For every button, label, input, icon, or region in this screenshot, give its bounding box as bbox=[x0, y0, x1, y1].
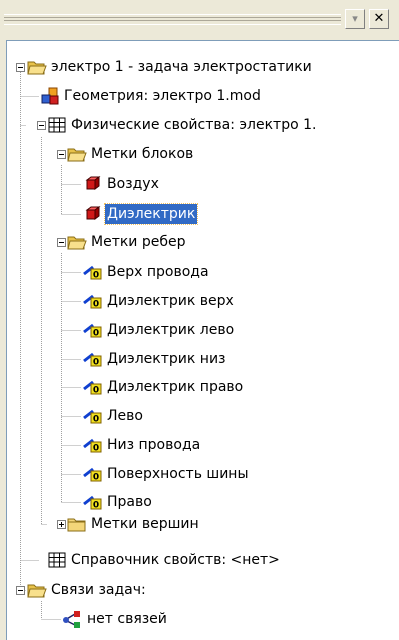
edge-icon: 0 bbox=[83, 495, 102, 511]
tree-node-label: Метки блоков bbox=[91, 146, 194, 162]
tree-node-task-links[interactable]: Связи задач: bbox=[27, 579, 148, 601]
tree-node-edge-item[interactable]: 0 Диэлектрик право bbox=[83, 376, 245, 398]
tree-node-geometry[interactable]: Геометрия: электро 1.mod bbox=[40, 85, 263, 107]
tree-node-edge-item[interactable]: 0 Поверхность шины bbox=[83, 463, 251, 485]
tree-node-edge-item[interactable]: 0 Диэлектрик лево bbox=[83, 319, 236, 341]
tree-node-label: Диэлектрик низ bbox=[107, 351, 226, 367]
tree-node-label: Метки ребер bbox=[91, 234, 186, 250]
drag-grip[interactable] bbox=[4, 14, 341, 25]
collapse-root-toggle[interactable] bbox=[16, 63, 25, 72]
open-folder-icon bbox=[27, 61, 47, 75]
edge-icon: 0 bbox=[83, 467, 102, 483]
tree-node-label: Диэлектрик bbox=[103, 203, 199, 225]
edge-icon: 0 bbox=[83, 294, 102, 310]
edge-icon: 0 bbox=[83, 352, 102, 368]
svg-text:0: 0 bbox=[93, 358, 99, 368]
tree-node-label: Метки вершин bbox=[91, 516, 199, 532]
tree-node-properties-reference[interactable]: Справочник свойств: <нет> bbox=[47, 549, 282, 571]
tree-node-block-labels[interactable]: Метки блоков bbox=[67, 143, 195, 165]
table-icon bbox=[48, 117, 66, 133]
edge-icon: 0 bbox=[83, 438, 102, 454]
svg-text:0: 0 bbox=[93, 415, 99, 425]
tree-node-physical-properties[interactable]: Физические свойства: электро 1. bbox=[47, 114, 318, 136]
collapse-block-labels-toggle[interactable] bbox=[57, 150, 66, 159]
tree-node-label: Диэлектрик верх bbox=[107, 293, 234, 309]
block-cube-icon bbox=[85, 176, 101, 190]
tree-node-no-links[interactable]: нет связей bbox=[63, 608, 169, 630]
tree-node-label: Диэлектрик право bbox=[107, 379, 244, 395]
block-cube-icon bbox=[85, 206, 101, 220]
tree-node-label: Диэлектрик лево bbox=[107, 322, 235, 338]
tree-node-edge-item[interactable]: 0 Низ провода bbox=[83, 434, 202, 456]
svg-text:0: 0 bbox=[93, 300, 99, 310]
edge-icon: 0 bbox=[83, 380, 102, 396]
tree-node-label: Воздух bbox=[107, 176, 159, 192]
tree-node-edge-item[interactable]: 0 Диэлектрик верх bbox=[83, 290, 236, 312]
link-icon bbox=[63, 611, 80, 628]
expand-vertex-labels-toggle[interactable] bbox=[57, 520, 66, 529]
tree-node-edge-item[interactable]: 0 Диэлектрик низ bbox=[83, 348, 227, 370]
tree-node-edge-item[interactable]: 0 Верх провода bbox=[83, 261, 211, 283]
tree-node-vertex-labels[interactable]: Метки вершин bbox=[67, 513, 201, 535]
tree-node-edge-item[interactable]: 0 Лево bbox=[83, 405, 145, 427]
tree-node-block-dielectric[interactable]: Диэлектрик bbox=[83, 203, 199, 225]
svg-text:0: 0 bbox=[93, 271, 99, 281]
edge-icon: 0 bbox=[83, 409, 102, 425]
tree-node-label: электро 1 - задача электростатики bbox=[51, 59, 312, 75]
table-icon bbox=[48, 552, 66, 568]
tree-node-label: нет связей bbox=[87, 611, 167, 627]
svg-text:0: 0 bbox=[93, 444, 99, 454]
panel-title-bar[interactable]: ▾ ✕ bbox=[0, 0, 399, 38]
svg-text:0: 0 bbox=[93, 386, 99, 396]
open-folder-icon bbox=[67, 236, 87, 250]
tree-node-label: Лево bbox=[107, 408, 143, 424]
closed-folder-icon bbox=[67, 518, 86, 532]
tree-node-edge-labels[interactable]: Метки ребер bbox=[67, 231, 188, 253]
tree-node-block-air[interactable]: Воздух bbox=[83, 173, 161, 195]
tree-node-label: Справочник свойств: <нет> bbox=[71, 552, 280, 568]
open-folder-icon bbox=[67, 148, 87, 162]
open-folder-icon bbox=[27, 584, 47, 598]
tree-node-edge-item[interactable]: 0 Право bbox=[83, 491, 154, 513]
project-tree[interactable]: электро 1 - задача электростатики Геомет… bbox=[6, 40, 399, 640]
tree-node-label: Поверхность шины bbox=[107, 466, 249, 482]
tree-node-label: Геометрия: электро 1.mod bbox=[64, 88, 261, 104]
svg-text:0: 0 bbox=[93, 329, 99, 339]
geometry-icon bbox=[41, 87, 59, 105]
svg-text:0: 0 bbox=[93, 501, 99, 511]
edge-icon: 0 bbox=[83, 265, 102, 281]
tree-node-label: Низ провода bbox=[107, 437, 201, 453]
svg-text:0: 0 bbox=[93, 473, 99, 483]
close-button[interactable]: ✕ bbox=[369, 9, 389, 29]
collapse-props-toggle[interactable] bbox=[37, 121, 46, 130]
collapse-edge-labels-toggle[interactable] bbox=[57, 238, 66, 247]
edge-icon: 0 bbox=[83, 323, 102, 339]
tree-node-root[interactable]: электро 1 - задача электростатики bbox=[27, 56, 314, 78]
dropdown-button[interactable]: ▾ bbox=[345, 9, 365, 29]
tree-node-label: Физические свойства: электро 1. bbox=[71, 117, 317, 133]
collapse-links-toggle[interactable] bbox=[16, 586, 25, 595]
tree-node-label: Связи задач: bbox=[51, 582, 146, 598]
tree-node-label: Право bbox=[107, 494, 152, 510]
tree-node-label: Верх провода bbox=[107, 264, 209, 280]
